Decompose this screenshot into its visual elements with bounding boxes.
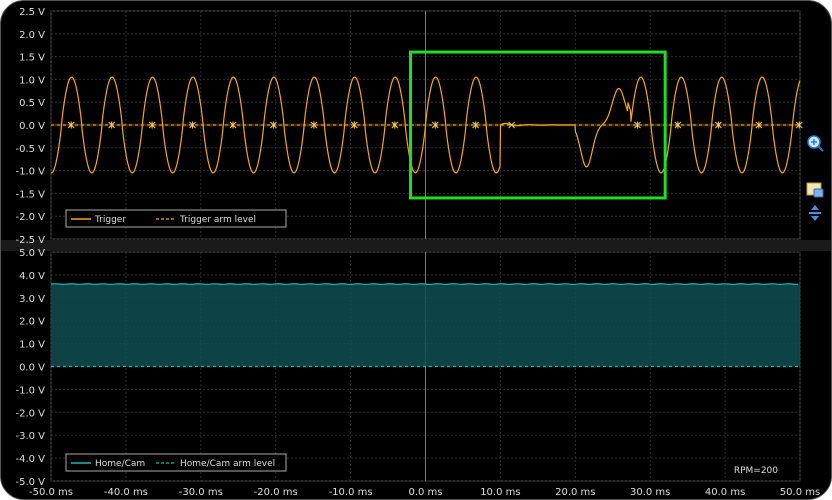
x-tick-label: -30.0 ms [179, 487, 223, 498]
x-tick-label: 10.0 ms [480, 487, 520, 498]
top-panel-y-tick-label: -1.5 V [15, 189, 45, 200]
scope-chart: 2.5 V 2.0 V 1.5 V 1.0 V 0.5 V 0.0 V -0.5 V -1.0… [1, 7, 831, 498]
zoom-in-icon[interactable] [806, 134, 824, 152]
legend-home-cam-arm-label: Home/Cam arm level [180, 459, 275, 469]
x-tick-label: -50.0 ms [29, 487, 73, 498]
bottom-panel-y-tick-label: -1.0 V [15, 385, 45, 396]
legend-home-cam-label: Home/Cam [95, 459, 145, 469]
top-panel-y-tick-label: -2.0 V [15, 212, 45, 223]
bottom-panel-y-tick-label: 3.0 V [19, 294, 45, 305]
screenshot-icon[interactable] [806, 181, 824, 199]
oscilloscope-window: 2.5 V 2.0 V 1.5 V 1.0 V 0.5 V 0.0 V -0.5 V -1.0… [0, 0, 832, 500]
x-tick-label: 0.0 ms [408, 487, 442, 498]
top-panel-y-tick-label: 1.0 V [19, 75, 45, 86]
rpm-annotation: RPM=200 [734, 466, 778, 476]
x-tick-label: 50.0 ms [780, 487, 820, 498]
bottom-panel-y-tick-label: 0.0 V [19, 363, 45, 374]
legend-trigger-label: Trigger [94, 215, 126, 225]
bottom-panel-y-tick-label: 1.0 V [19, 340, 45, 351]
legend-trigger-arm-label: Trigger arm level [179, 215, 256, 225]
top-panel-y-tick-label: 1.5 V [19, 53, 45, 64]
bottom-panel-y-tick-label: 5.0 V [19, 248, 45, 259]
bottom-panel-y-tick-label: 2.0 V [19, 317, 45, 328]
bottom-panel-y-tick-label: 4.0 V [19, 271, 45, 282]
top-panel-y-tick-label: -0.5 V [15, 144, 45, 155]
x-tick-label: 30.0 ms [630, 487, 670, 498]
top-panel-y-tick-label: -1.0 V [15, 167, 45, 178]
x-tick-label: -10.0 ms [329, 487, 373, 498]
x-tick-label: -20.0 ms [254, 487, 298, 498]
x-tick-label: -40.0 ms [104, 487, 148, 498]
bottom-panel-y-tick-label: -3.0 V [15, 431, 45, 442]
x-tick-label: 40.0 ms [705, 487, 745, 498]
x-tick-label: 20.0 ms [555, 487, 595, 498]
bottom-panel-y-tick-label: -2.0 V [15, 408, 45, 419]
top-panel-y-tick-label: 2.0 V [19, 30, 45, 41]
top-panel-y-tick-label: 2.5 V [19, 7, 45, 18]
home-cam-area [51, 284, 800, 367]
home-cam-series-line [50, 283, 799, 286]
panel-separator [1, 240, 831, 251]
bottom-panel-y-tick-label: -4.0 V [15, 454, 45, 465]
top-panel-y-tick-label: 0.0 V [19, 121, 45, 132]
vertical-expand-icon[interactable] [806, 204, 824, 222]
top-panel-y-tick-label: 0.5 V [19, 98, 45, 109]
top-panel-y-tick-label: -2.5 V [15, 235, 45, 246]
